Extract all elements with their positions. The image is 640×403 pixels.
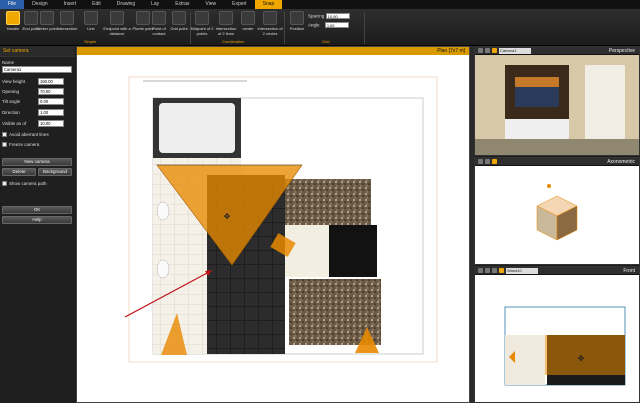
- render-icon[interactable]: [499, 268, 504, 273]
- front-camera-cone: [545, 335, 625, 375]
- perspective-toolbar: Camera1 Perspective: [475, 47, 639, 55]
- render-icon[interactable]: [492, 48, 497, 53]
- axonometric-toolbar: Axonometric: [475, 158, 639, 166]
- dark-cabinet: [329, 225, 377, 277]
- toilet: [156, 201, 170, 221]
- camera-position-icon: ✥: [578, 354, 585, 363]
- pan-icon[interactable]: [485, 159, 490, 164]
- pan-icon[interactable]: [485, 48, 490, 53]
- render-floor: [475, 139, 639, 155]
- camera-position-icon[interactable]: ✥: [224, 212, 231, 221]
- axonometric-title: Axonometric: [607, 159, 635, 165]
- cabinet: [285, 225, 329, 277]
- perspective-title: Perspective: [608, 48, 635, 54]
- wall-select[interactable]: Wand10: [506, 267, 538, 274]
- front-tiles: [505, 335, 545, 385]
- perspective-render[interactable]: [475, 55, 639, 155]
- front-title: Front: [623, 268, 635, 274]
- plan-view-header: Plan [7x7 m]: [77, 47, 469, 55]
- render-icon[interactable]: [492, 159, 497, 164]
- pan-icon[interactable]: [485, 268, 490, 273]
- perspective-view: Camera1 Perspective: [474, 46, 640, 156]
- camera-marker-icon: [547, 184, 551, 188]
- zoom-icon[interactable]: [478, 268, 483, 273]
- plan-view-title: Plan [7x7 m]: [437, 48, 465, 54]
- granite-counter: [285, 179, 371, 225]
- plan-view: Plan [7x7 m] ✥: [76, 46, 470, 403]
- front-toolbar: Wand10 Front: [475, 267, 639, 275]
- bidet: [156, 259, 170, 279]
- bathtub: [159, 103, 235, 153]
- render-bathtub: [505, 119, 569, 139]
- zoom-icon[interactable]: [478, 159, 483, 164]
- arrow-icon[interactable]: [492, 268, 497, 273]
- render-panel: [585, 65, 625, 145]
- front-view: Wand10 Front ✥: [474, 266, 640, 403]
- zoom-icon[interactable]: [478, 48, 483, 53]
- render-sky: [515, 77, 559, 87]
- plan-canvas[interactable]: ✥: [77, 55, 469, 402]
- axonometric-view: Axonometric: [474, 157, 640, 265]
- front-render[interactable]: ✥: [475, 275, 639, 402]
- camera-select[interactable]: Camera1: [499, 47, 531, 54]
- axonometric-render[interactable]: [475, 166, 639, 264]
